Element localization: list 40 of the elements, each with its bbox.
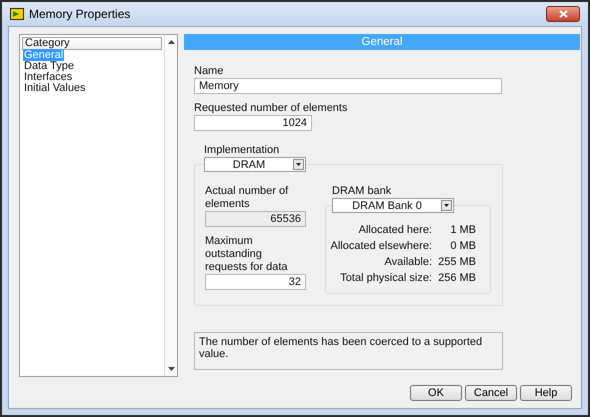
dropdown-value: DRAM xyxy=(232,158,266,170)
field-label: DRAM bank xyxy=(332,185,392,198)
stat-label: Available: xyxy=(384,256,432,269)
dialog-button[interactable]: Help xyxy=(520,385,572,401)
scrollbar[interactable] xyxy=(164,35,177,376)
close-icon xyxy=(558,10,568,18)
field-label: Implementation xyxy=(204,144,280,157)
dropdown[interactable]: DRAM xyxy=(204,157,306,172)
dropdown-arrow-icon xyxy=(296,163,301,166)
stat-value: 255 MB xyxy=(437,256,476,269)
field-label: Name xyxy=(194,65,224,78)
stat-label: Allocated elsewhere: xyxy=(330,240,432,253)
stat-label: Total physical size: xyxy=(340,272,432,285)
number-field[interactable]: 32 xyxy=(205,274,306,290)
field-label: Maximum outstanding requests for data xyxy=(205,235,289,274)
close-button[interactable] xyxy=(546,6,580,22)
dialog-button[interactable]: OK xyxy=(410,385,462,401)
app-icon xyxy=(10,8,24,20)
dropdown-arrow-icon xyxy=(444,204,449,207)
stat-label: Allocated here: xyxy=(358,224,432,237)
window-title: Memory Properties xyxy=(29,7,130,21)
message-text: The number of elements has been coerced to a supported value. xyxy=(199,336,482,360)
column-header[interactable]: Category xyxy=(22,37,162,50)
stat-value: 1 MB xyxy=(449,224,476,237)
field-label: Requested number of elements xyxy=(194,102,348,115)
field-label: Actual number of elements xyxy=(205,185,290,211)
section-header: General xyxy=(184,34,580,50)
scroll-down-icon xyxy=(168,367,174,371)
number-field[interactable]: 1024 xyxy=(194,115,312,131)
text-field[interactable]: Memory xyxy=(194,78,502,94)
list-item[interactable]: Data Type xyxy=(23,60,75,72)
number-field: 65536 xyxy=(205,211,306,227)
list-item[interactable]: Initial Values xyxy=(23,82,87,94)
scroll-up-icon xyxy=(168,40,174,44)
stat-value: 0 MB xyxy=(449,240,476,253)
dropdown-value: DRAM Bank 0 xyxy=(351,200,423,212)
dropdown[interactable]: DRAM Bank 0 xyxy=(332,198,454,213)
dialog-button[interactable]: Cancel xyxy=(465,385,517,401)
stat-value: 256 MB xyxy=(437,272,476,285)
list-item[interactable]: Interfaces xyxy=(23,71,74,83)
